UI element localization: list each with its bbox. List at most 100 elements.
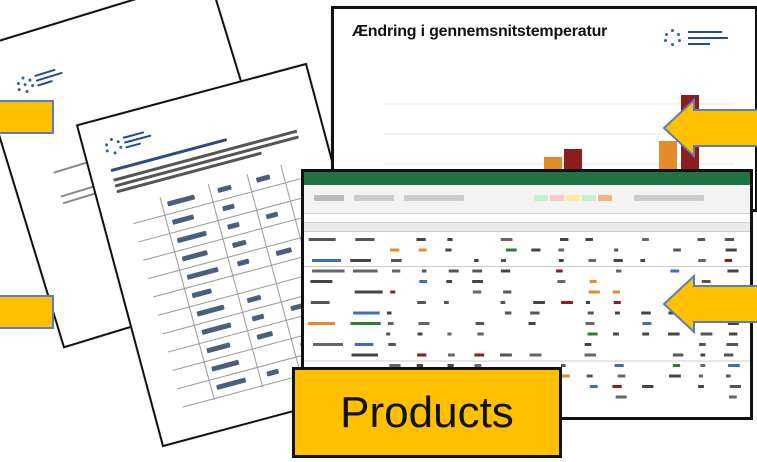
cell-content (700, 353, 706, 357)
cell-content (419, 280, 427, 283)
cell-content (474, 259, 479, 262)
cell-content (724, 353, 734, 357)
cell-content (416, 238, 426, 241)
cell-content (673, 248, 681, 252)
cell-content (556, 269, 563, 273)
cell-content (588, 290, 600, 294)
cell-content (728, 364, 740, 367)
cell-content (308, 322, 335, 325)
cell-content (500, 238, 513, 241)
cell-content (313, 343, 344, 346)
cell-content (612, 385, 622, 388)
cell-content (505, 248, 517, 252)
products-label-box: Products (292, 367, 562, 458)
cell-content (474, 353, 485, 357)
collage: Ændring i gennemsnitstemperatur Products (0, 0, 757, 462)
cell-content (699, 343, 706, 346)
cell-content (355, 238, 375, 241)
cell-content (587, 332, 598, 336)
cell-content (417, 332, 423, 336)
cell-content (585, 238, 593, 241)
ribbon-style-swatch (550, 195, 564, 201)
cell-content (354, 343, 374, 346)
cell-content (391, 269, 401, 273)
ribbon-control (404, 195, 464, 201)
cell-content (530, 311, 540, 315)
cell-content (642, 385, 654, 388)
cell-content (500, 269, 511, 273)
cell-content (389, 248, 400, 252)
cell-content (672, 353, 684, 357)
cell-content (724, 259, 733, 262)
cell-content (308, 238, 336, 241)
cell-content (586, 374, 593, 378)
cell-content (669, 374, 681, 378)
ribbon-control (314, 195, 344, 201)
cell-content (589, 280, 597, 283)
excel-column-headers (304, 223, 750, 232)
cell-content (614, 248, 619, 252)
cell-content (352, 269, 378, 273)
cell-content (417, 301, 426, 304)
cell-content (585, 322, 595, 325)
cell-content (615, 269, 622, 273)
cell-content (560, 238, 569, 241)
chart-page-title: Ændring i gennemsnitstemperatur (352, 23, 608, 40)
cell-content (390, 290, 396, 294)
excel-ribbon (304, 185, 750, 214)
cell-content (613, 259, 623, 262)
products-label: Products (340, 387, 514, 437)
cell-content (310, 301, 330, 304)
cell-content (642, 238, 649, 241)
cell-content (351, 353, 378, 357)
cell-content (642, 322, 652, 325)
cell-content (700, 364, 706, 367)
excel-formula-bar (304, 214, 750, 223)
cell-content (472, 269, 483, 273)
cell-content (504, 311, 512, 315)
cell-content (725, 248, 737, 252)
cell-content (312, 269, 345, 273)
cell-content (445, 248, 452, 252)
logo-icon (103, 136, 125, 158)
cell-content (528, 322, 536, 325)
cell-content (500, 259, 507, 262)
cell-content (561, 301, 574, 304)
cell-content (698, 374, 704, 378)
cell-content (421, 269, 427, 273)
cell-content (614, 364, 624, 367)
cell-content (587, 311, 594, 315)
cell-content (447, 332, 452, 336)
cell-content (588, 259, 597, 262)
cell-content (447, 238, 453, 241)
ribbon-style-swatch (582, 195, 596, 201)
cell-content (388, 343, 396, 346)
cell-content (350, 322, 381, 325)
cell-content (387, 322, 394, 325)
cell-content (475, 322, 485, 325)
chart-page-logo (664, 25, 744, 55)
arrow-icon (662, 273, 757, 335)
cell-content (613, 301, 621, 304)
cell-content (311, 259, 342, 262)
ribbon-control (634, 195, 704, 201)
cell-content (585, 301, 591, 304)
cell-content (418, 322, 430, 325)
cell-content (503, 290, 512, 294)
cell-content (612, 290, 621, 294)
cell-content (614, 311, 620, 315)
logo-text-lines (122, 129, 156, 151)
cell-content (310, 280, 333, 283)
cell-content (589, 385, 598, 388)
table-report-logo (103, 130, 152, 162)
cell-content (584, 343, 592, 346)
cell-content (617, 374, 626, 378)
ribbon-control (354, 195, 394, 201)
ribbon-style-swatch (534, 195, 548, 201)
cell-content (641, 311, 651, 315)
cell-content (354, 290, 383, 294)
cell-content (500, 353, 512, 357)
cell-content (533, 301, 545, 304)
excel-titlebar (304, 172, 750, 185)
cell-content (642, 332, 650, 336)
